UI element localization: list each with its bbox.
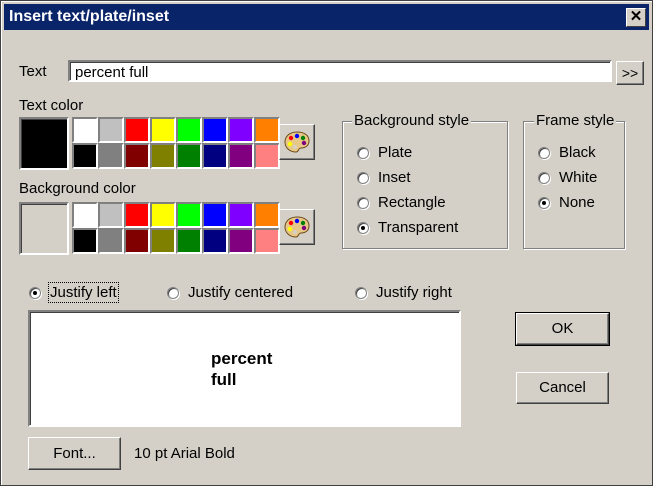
palette-icon	[284, 216, 310, 238]
color-swatch[interactable]	[98, 143, 124, 169]
radio-label: White	[559, 169, 598, 186]
color-swatch[interactable]	[254, 202, 280, 228]
radio-indicator	[538, 196, 550, 209]
more-button[interactable]: >>	[616, 61, 644, 85]
text-input[interactable]: percent full	[68, 60, 612, 82]
background-style-group: Background style Plate Inset Rectangle T…	[342, 112, 508, 249]
text-label: Text	[19, 63, 47, 80]
radio-label: None	[559, 194, 595, 211]
radio-indicator	[357, 196, 369, 209]
color-swatch[interactable]	[228, 143, 254, 169]
color-swatch[interactable]	[202, 228, 228, 254]
color-swatch[interactable]	[202, 143, 228, 169]
background-color-label: Background color	[19, 180, 136, 197]
palette-icon	[284, 131, 310, 153]
insert-text-dialog: Insert text/plate/inset ✕ Text percent f…	[0, 0, 653, 486]
background-style-transparent-radio[interactable]: Transparent	[357, 219, 458, 236]
color-swatch[interactable]	[98, 228, 124, 254]
radio-label: Justify centered	[188, 284, 294, 301]
background-style-rectangle-radio[interactable]: Rectangle	[357, 194, 446, 211]
background-color-palette	[72, 202, 280, 254]
radio-indicator	[357, 171, 369, 184]
color-swatch[interactable]	[124, 117, 150, 143]
color-swatch[interactable]	[150, 117, 176, 143]
preview-text: percent full	[211, 349, 273, 389]
radio-indicator	[538, 146, 550, 159]
color-swatch[interactable]	[176, 202, 202, 228]
background-color-palette-button[interactable]	[279, 209, 315, 245]
window-title: Insert text/plate/inset	[9, 8, 170, 25]
color-swatch[interactable]	[98, 202, 124, 228]
title-bar: Insert text/plate/inset ✕	[4, 4, 649, 30]
radio-indicator	[357, 146, 369, 159]
color-swatch[interactable]	[150, 202, 176, 228]
background-color-current-swatch	[19, 202, 69, 255]
color-swatch[interactable]	[254, 228, 280, 254]
color-swatch[interactable]	[254, 117, 280, 143]
radio-label: Rectangle	[378, 194, 446, 211]
radio-label: Transparent	[378, 219, 459, 236]
radio-label: Justify left	[48, 282, 119, 303]
justify-centered-radio[interactable]: Justify centered	[167, 284, 293, 301]
color-swatch[interactable]	[202, 117, 228, 143]
frame-style-white-radio[interactable]: White	[538, 169, 597, 186]
frame-style-none-radio[interactable]: None	[538, 194, 595, 211]
text-preview: percent full	[28, 310, 461, 427]
color-swatch[interactable]	[176, 117, 202, 143]
color-swatch[interactable]	[72, 143, 98, 169]
ok-button[interactable]: OK	[515, 312, 610, 346]
frame-style-black-radio[interactable]: Black	[538, 144, 596, 161]
color-swatch[interactable]	[228, 117, 254, 143]
font-description: 10 pt Arial Bold	[134, 445, 235, 462]
close-button[interactable]: ✕	[626, 8, 646, 27]
radio-indicator	[167, 286, 179, 299]
color-swatch[interactable]	[72, 228, 98, 254]
color-swatch[interactable]	[150, 143, 176, 169]
color-swatch[interactable]	[176, 143, 202, 169]
justify-left-radio[interactable]: Justify left	[29, 282, 119, 303]
color-swatch[interactable]	[228, 228, 254, 254]
frame-style-group: Frame style Black White None	[523, 112, 625, 249]
cancel-button[interactable]: Cancel	[516, 372, 609, 404]
font-button[interactable]: Font...	[28, 437, 121, 470]
radio-label: Justify right	[376, 284, 452, 301]
text-color-label: Text color	[19, 97, 84, 114]
color-swatch[interactable]	[176, 228, 202, 254]
text-color-palette	[72, 117, 280, 169]
color-swatch[interactable]	[254, 143, 280, 169]
radio-label: Plate	[378, 144, 413, 161]
text-color-palette-button[interactable]	[279, 124, 315, 160]
radio-label: Black	[559, 144, 596, 161]
color-swatch[interactable]	[72, 117, 98, 143]
color-swatch[interactable]	[98, 117, 124, 143]
radio-indicator	[357, 221, 369, 234]
justify-right-radio[interactable]: Justify right	[355, 284, 452, 301]
color-swatch[interactable]	[124, 228, 150, 254]
color-swatch[interactable]	[228, 202, 254, 228]
background-style-label: Background style	[352, 112, 472, 129]
color-swatch[interactable]	[124, 202, 150, 228]
color-swatch[interactable]	[150, 228, 176, 254]
background-style-inset-radio[interactable]: Inset	[357, 169, 411, 186]
radio-label: Inset	[378, 169, 411, 186]
background-style-plate-radio[interactable]: Plate	[357, 144, 412, 161]
frame-style-label: Frame style	[534, 112, 617, 129]
radio-indicator	[29, 286, 41, 299]
color-swatch[interactable]	[202, 202, 228, 228]
text-color-current-swatch	[19, 117, 69, 170]
radio-indicator	[355, 286, 367, 299]
color-swatch[interactable]	[72, 202, 98, 228]
color-swatch[interactable]	[124, 143, 150, 169]
radio-indicator	[538, 171, 550, 184]
